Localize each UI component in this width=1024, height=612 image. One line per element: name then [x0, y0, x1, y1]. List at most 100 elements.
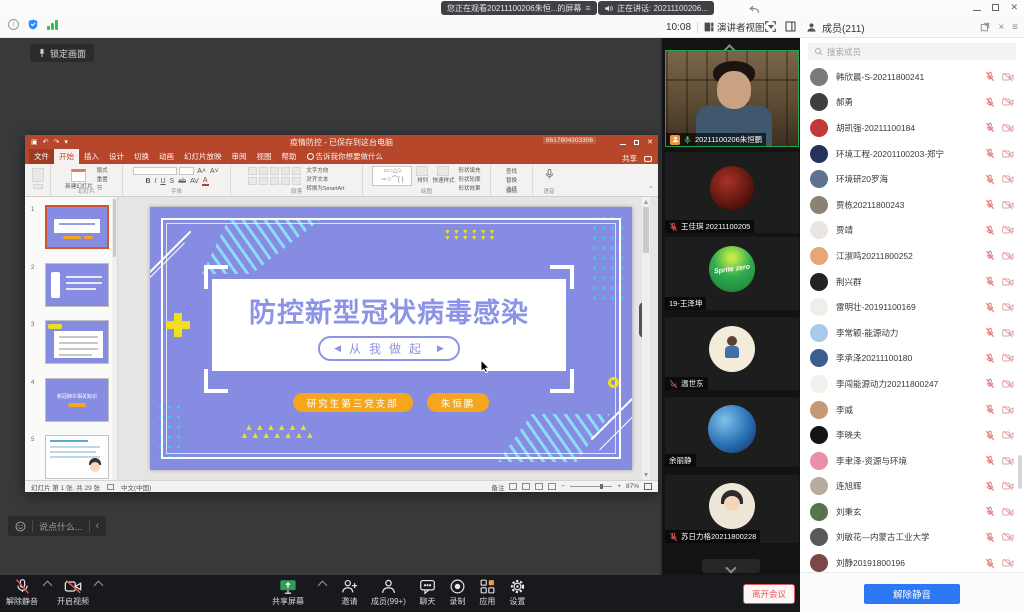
- shadow-button[interactable]: S: [169, 178, 176, 185]
- mic-muted-icon[interactable]: [985, 532, 995, 543]
- mic-muted-icon[interactable]: [985, 97, 995, 108]
- camera-off-icon[interactable]: [1002, 507, 1014, 517]
- camera-off-icon[interactable]: [1002, 123, 1014, 133]
- member-row[interactable]: 刘敏花—内蒙古工业大学: [800, 525, 1024, 551]
- camera-off-icon[interactable]: [1002, 532, 1014, 542]
- zoom-out-icon[interactable]: −: [561, 483, 565, 490]
- record-button[interactable]: 录制: [449, 578, 466, 607]
- find-button[interactable]: 查找: [506, 167, 517, 175]
- font-name-box[interactable]: [133, 167, 177, 175]
- shape-fill-button[interactable]: 形状填充: [459, 166, 481, 174]
- member-row[interactable]: 环境工程-20201100203-郑宁: [800, 141, 1024, 167]
- text-direction-button[interactable]: 文字方向: [306, 166, 344, 174]
- ribbon-group-font[interactable]: A˄ A˅ B I U S ab AV A 字体: [123, 164, 231, 196]
- panel-menu-icon[interactable]: ≡: [1012, 22, 1018, 33]
- line-spacing-icon[interactable]: [292, 167, 301, 175]
- indent-increase-icon[interactable]: [281, 167, 290, 175]
- ribbon-group-paragraph[interactable]: 文字方向 对齐文本 转换为SmartArt 段落: [231, 164, 363, 196]
- tab-review[interactable]: 审阅: [227, 149, 252, 164]
- member-row[interactable]: 贾靖: [800, 218, 1024, 244]
- bullets-icon[interactable]: [248, 167, 257, 175]
- underline-button[interactable]: U: [159, 178, 166, 185]
- new-slide-icon[interactable]: [71, 169, 86, 182]
- reset-button[interactable]: 重置: [97, 175, 108, 183]
- ribbon-group-editing[interactable]: 查找 替换 选择 编辑: [491, 164, 533, 196]
- video-tile[interactable]: Sprite zero 19-王泽坤: [665, 237, 799, 310]
- ppt-share-button[interactable]: 共享: [622, 153, 637, 164]
- camera-off-icon[interactable]: [1002, 456, 1014, 466]
- camera-off-icon[interactable]: [1002, 430, 1014, 440]
- slide-thumbnail-3[interactable]: [45, 320, 109, 364]
- member-list-scrollbar[interactable]: [1018, 455, 1022, 489]
- member-row[interactable]: 刘静20191800196: [800, 550, 1024, 572]
- tab-view[interactable]: 视图: [252, 149, 277, 164]
- ribbon-collapse-icon[interactable]: ⌃: [648, 185, 654, 193]
- member-row[interactable]: 李聿泽-资源与环境: [800, 448, 1024, 474]
- member-row[interactable]: 韩欣晨-S-20211800241: [800, 64, 1024, 90]
- mic-muted-icon[interactable]: [985, 250, 995, 261]
- columns-icon[interactable]: [292, 177, 301, 185]
- apps-button[interactable]: 应用: [479, 578, 496, 607]
- video-options-chevron[interactable]: [94, 581, 104, 591]
- share-options-chevron[interactable]: [318, 581, 328, 591]
- member-row[interactable]: 李承泽20211100180: [800, 346, 1024, 372]
- mic-muted-icon[interactable]: [985, 327, 995, 338]
- mic-muted-icon[interactable]: [985, 353, 995, 364]
- slide-scrollbar[interactable]: [642, 197, 650, 480]
- member-row[interactable]: 环境研20罗海: [800, 166, 1024, 192]
- mic-muted-icon[interactable]: [985, 558, 995, 569]
- ppt-maximize-button[interactable]: [634, 140, 639, 145]
- mic-muted-icon[interactable]: [985, 404, 995, 415]
- member-row[interactable]: 雷明壮-20191100169: [800, 294, 1024, 320]
- zoom-slider[interactable]: [570, 486, 612, 487]
- switch-view-icon[interactable]: ≡: [585, 3, 590, 13]
- mic-muted-icon[interactable]: [985, 506, 995, 517]
- member-row[interactable]: 李常颖-能源动力: [800, 320, 1024, 346]
- member-row[interactable]: 连旭辉: [800, 474, 1024, 500]
- mic-muted-icon[interactable]: [985, 430, 995, 441]
- quick-styles-icon[interactable]: [437, 166, 449, 176]
- close-button[interactable]: ✕: [1010, 3, 1018, 12]
- font-color-icon[interactable]: A: [202, 177, 209, 186]
- camera-off-icon[interactable]: [1002, 251, 1014, 261]
- tab-file[interactable]: 文件: [29, 149, 54, 164]
- camera-off-icon[interactable]: [1002, 174, 1014, 184]
- slideshow-icon[interactable]: [548, 483, 556, 490]
- mic-muted-icon[interactable]: [985, 302, 995, 313]
- mic-muted-icon[interactable]: [985, 455, 995, 466]
- maximize-button[interactable]: [992, 4, 999, 11]
- member-row[interactable]: 李威: [800, 397, 1024, 423]
- align-right-icon[interactable]: [270, 177, 279, 185]
- paste-icon[interactable]: [32, 168, 44, 182]
- strikethrough-button[interactable]: ab: [177, 178, 187, 185]
- mic-muted-icon[interactable]: [985, 276, 995, 287]
- tab-design[interactable]: 设计: [104, 149, 129, 164]
- ppt-minimize-button[interactable]: [620, 144, 626, 145]
- arrange-icon[interactable]: [416, 166, 428, 176]
- ribbon-group-clipboard[interactable]: [25, 164, 51, 196]
- font-size-box[interactable]: [179, 167, 194, 175]
- char-spacing-icon[interactable]: AV: [189, 178, 200, 185]
- panel-close-icon[interactable]: ×: [998, 22, 1004, 33]
- shapes-gallery[interactable]: ▭○△⬦⇨☆⌒{ }: [372, 166, 412, 186]
- share-screen-button[interactable]: 共享屏幕: [272, 578, 304, 607]
- slide-thumbnail-1[interactable]: [45, 205, 109, 249]
- mic-options-chevron[interactable]: [43, 581, 53, 591]
- shape-outline-button[interactable]: 形状轮廓: [459, 175, 481, 183]
- mic-muted-icon[interactable]: [985, 199, 995, 210]
- tab-animations[interactable]: 动画: [154, 149, 179, 164]
- language-label[interactable]: 中文(中国): [121, 482, 151, 492]
- slide-sorter-icon[interactable]: [522, 483, 530, 490]
- popout-icon[interactable]: [980, 22, 990, 32]
- ppt-close-button[interactable]: ✕: [647, 138, 653, 146]
- camera-off-icon[interactable]: [1002, 302, 1014, 312]
- mic-muted-icon[interactable]: [985, 378, 995, 389]
- settings-button[interactable]: 设置: [509, 578, 526, 607]
- camera-off-icon[interactable]: [1002, 481, 1014, 491]
- member-row[interactable]: 胡凯强-20211100184: [800, 115, 1024, 141]
- align-left-icon[interactable]: [248, 177, 257, 185]
- layout-button[interactable]: 版式: [97, 166, 108, 174]
- zoom-in-icon[interactable]: +: [617, 483, 621, 490]
- notes-button[interactable]: 备注: [491, 482, 504, 492]
- scroll-videos-down[interactable]: [702, 559, 760, 573]
